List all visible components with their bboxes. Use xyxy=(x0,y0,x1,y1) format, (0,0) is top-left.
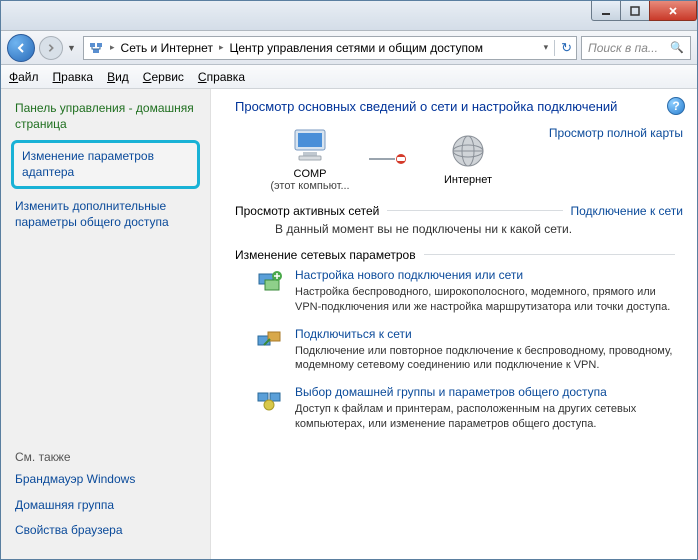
task-homegroup: Выбор домашней группы и параметров общег… xyxy=(235,385,683,432)
menu-view[interactable]: Вид xyxy=(107,70,129,84)
sidebar-adapter-settings[interactable]: Изменение параметров адаптера xyxy=(11,140,200,189)
map-internet: Интернет xyxy=(423,132,513,186)
minimize-icon xyxy=(601,6,611,16)
address-bar[interactable]: ▸ Сеть и Интернет ▸ Центр управления сет… xyxy=(83,36,577,60)
search-icon: 🔍 xyxy=(670,41,684,54)
task-link[interactable]: Подключиться к сети xyxy=(295,327,683,341)
menu-bar: Файл Правка Вид Сервис Справка xyxy=(1,65,697,89)
homegroup-icon xyxy=(255,385,283,413)
arrow-right-icon xyxy=(46,43,56,53)
new-connection-icon xyxy=(255,268,283,296)
connect-network-icon xyxy=(255,327,283,355)
maximize-icon xyxy=(630,6,640,16)
close-button[interactable] xyxy=(649,1,697,21)
menu-edit[interactable]: Правка xyxy=(53,70,94,84)
sidebar: Панель управления - домашняя страница Из… xyxy=(1,89,211,559)
task-connect-network: Подключиться к сети Подключение или повт… xyxy=(235,327,683,374)
nav-history-dropdown[interactable]: ▼ xyxy=(67,43,79,53)
refresh-button[interactable]: ↻ xyxy=(554,40,572,56)
connect-to-network-link[interactable]: Подключение к сети xyxy=(571,204,683,218)
network-map: Просмотр полной карты COMP (этот компьют… xyxy=(235,126,683,192)
sidebar-firewall-link[interactable]: Брандмауэр Windows xyxy=(15,472,196,488)
no-connection-text: В данный момент вы не подключены ни к ка… xyxy=(235,222,683,236)
computer-icon xyxy=(289,126,331,164)
active-networks-header: Просмотр активных сетей Подключение к се… xyxy=(235,204,683,218)
chevron-down-icon[interactable]: ▾ xyxy=(544,42,549,53)
task-link[interactable]: Выбор домашней группы и параметров общег… xyxy=(295,385,683,399)
titlebar xyxy=(1,1,697,31)
sidebar-sharing-settings[interactable]: Изменить дополнительные параметры общего… xyxy=(15,199,196,230)
help-button[interactable]: ? xyxy=(667,97,685,115)
sidebar-home-link[interactable]: Панель управления - домашняя страница xyxy=(15,101,196,132)
task-list: Настройка нового подключения или сети На… xyxy=(235,268,683,432)
back-button[interactable] xyxy=(7,34,35,62)
menu-tools[interactable]: Сервис xyxy=(143,70,184,84)
breadcrumb-part[interactable]: Сеть и Интернет xyxy=(121,41,213,55)
task-desc: Настройка беспроводного, широкополосного… xyxy=(295,285,683,315)
chevron-right-icon: ▸ xyxy=(219,42,224,53)
minimize-button[interactable] xyxy=(591,1,621,21)
page-title: Просмотр основных сведений о сети и наст… xyxy=(235,99,683,116)
content-area: Панель управления - домашняя страница Из… xyxy=(1,89,697,559)
search-box[interactable]: Поиск в па... 🔍 xyxy=(581,36,691,60)
connection-broken-icon xyxy=(369,153,409,165)
map-this-computer: COMP (этот компьют... xyxy=(265,126,355,192)
network-center-icon xyxy=(88,40,104,56)
task-desc: Доступ к файлам и принтерам, расположенн… xyxy=(295,402,683,432)
task-desc: Подключение или повторное подключение к … xyxy=(295,344,683,374)
forward-button[interactable] xyxy=(39,36,63,60)
main-panel: ? Просмотр основных сведений о сети и на… xyxy=(211,89,697,559)
sidebar-internet-options-link[interactable]: Свойства браузера xyxy=(15,523,196,539)
arrow-left-icon xyxy=(15,42,27,54)
sidebar-homegroup-link[interactable]: Домашняя группа xyxy=(15,498,196,514)
globe-icon xyxy=(447,132,489,170)
window-buttons xyxy=(592,1,697,21)
full-map-link[interactable]: Просмотр полной карты xyxy=(549,126,683,140)
nav-toolbar: ▼ ▸ Сеть и Интернет ▸ Центр управления с… xyxy=(1,31,697,65)
breadcrumb-part[interactable]: Центр управления сетями и общим доступом xyxy=(229,41,483,55)
task-new-connection: Настройка нового подключения или сети На… xyxy=(235,268,683,315)
task-link[interactable]: Настройка нового подключения или сети xyxy=(295,268,683,282)
search-placeholder: Поиск в па... xyxy=(588,41,658,55)
change-settings-header: Изменение сетевых параметров xyxy=(235,248,683,262)
menu-help[interactable]: Справка xyxy=(198,70,245,84)
menu-file[interactable]: Файл xyxy=(9,70,39,84)
chevron-right-icon: ▸ xyxy=(110,42,115,53)
see-also-label: См. также xyxy=(15,450,196,464)
maximize-button[interactable] xyxy=(620,1,650,21)
close-icon xyxy=(668,6,678,16)
